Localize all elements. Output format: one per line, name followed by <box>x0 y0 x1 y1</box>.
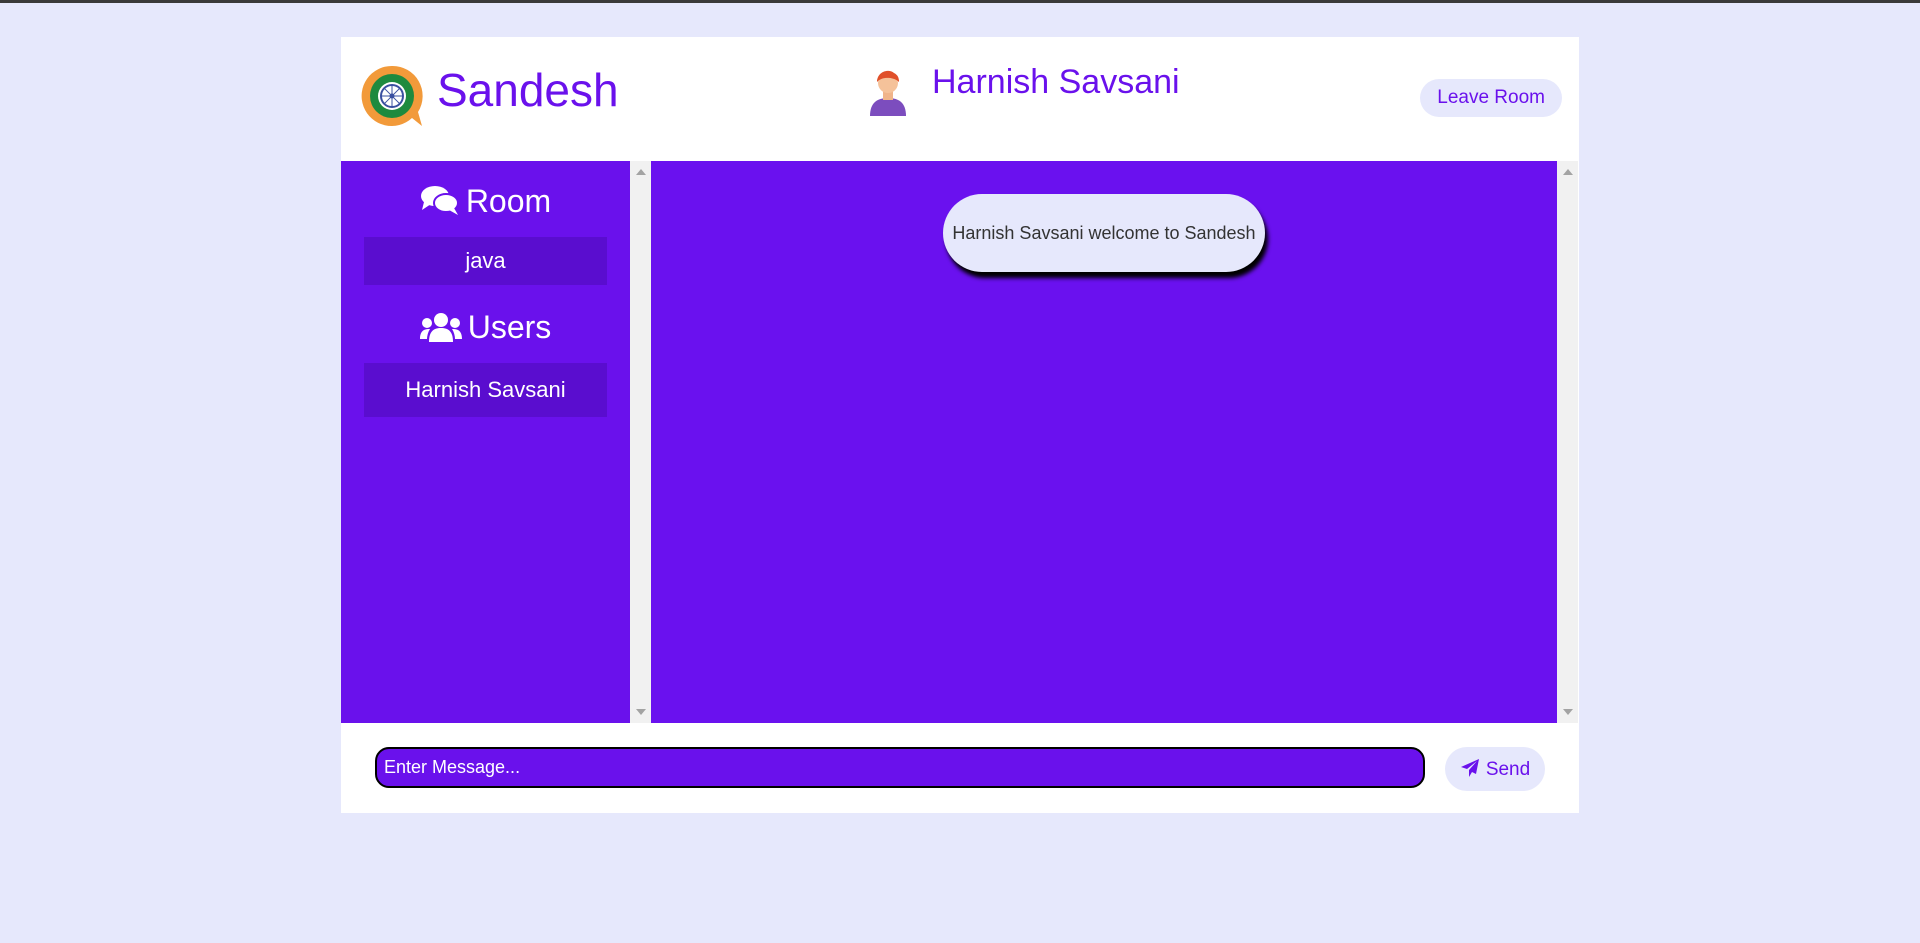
scroll-up-arrow-icon[interactable] <box>1563 169 1573 175</box>
scroll-down-arrow-icon[interactable] <box>636 709 646 715</box>
send-button[interactable]: Send <box>1445 747 1545 791</box>
chat-app: Sandesh Harnish Savsani Leave Room Room … <box>341 37 1579 813</box>
room-heading-label: Room <box>465 183 552 219</box>
users-heading: Users <box>341 307 630 347</box>
room-heading: Room <box>341 181 630 221</box>
chat-messages-area: Harnish Savsani welcome to Sandesh <box>651 161 1557 723</box>
comments-icon <box>420 186 459 215</box>
message-input[interactable] <box>375 747 1425 788</box>
room-name-box: java <box>364 237 607 285</box>
sidebar-scrollbar[interactable] <box>630 161 651 723</box>
leave-room-button[interactable]: Leave Room <box>1420 79 1562 117</box>
send-button-label: Send <box>1485 758 1531 780</box>
window-top-border <box>0 0 1920 3</box>
scroll-up-arrow-icon[interactable] <box>636 169 646 175</box>
sidebar: Room java Users Harnish Savsani <box>341 161 630 723</box>
users-heading-label: Users <box>467 309 552 345</box>
brand-name: Sandesh <box>437 64 619 116</box>
scroll-down-arrow-icon[interactable] <box>1563 709 1573 715</box>
room-name: java <box>465 248 506 273</box>
user-avatar-icon <box>870 70 906 116</box>
users-icon <box>419 313 462 342</box>
message-bubble: Harnish Savsani welcome to Sandesh <box>943 194 1265 272</box>
header: Sandesh Harnish Savsani Leave Room <box>341 37 1579 161</box>
paper-plane-icon <box>1460 758 1479 777</box>
chat-scrollbar[interactable] <box>1557 161 1578 723</box>
user-list-item: Harnish Savsani <box>364 363 607 417</box>
current-user-name: Harnish Savsani <box>932 63 1180 101</box>
logo-icon <box>361 65 423 126</box>
user-list-item-name: Harnish Savsani <box>405 377 566 402</box>
